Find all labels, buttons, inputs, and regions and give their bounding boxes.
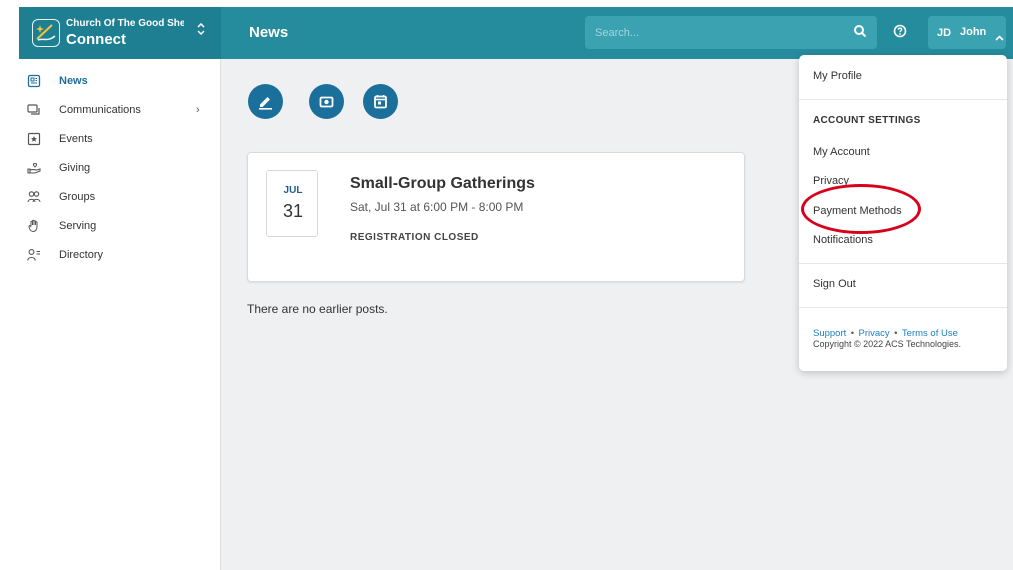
org-name: Church Of The Good Shep... <box>66 18 184 29</box>
giving-hand-icon <box>27 162 41 174</box>
pencil-icon <box>259 97 272 110</box>
top-bar: Church Of The Good Shep... Connect News … <box>19 7 1013 59</box>
directory-person-icon <box>27 249 40 261</box>
groups-icon <box>27 191 41 203</box>
event-title[interactable]: Small-Group Gatherings <box>350 175 535 193</box>
account-settings-heading: ACCOUNT SETTINGS <box>813 115 921 126</box>
user-name: John <box>960 26 987 38</box>
divider <box>799 99 1007 100</box>
switch-org-icon[interactable] <box>197 22 205 38</box>
sidebar-item-label: Events <box>59 133 93 145</box>
connect-logo-icon <box>32 19 60 47</box>
event-time: Sat, Jul 31 at 6:00 PM - 8:00 PM <box>350 200 524 214</box>
annotation-highlight-circle <box>801 184 921 234</box>
divider <box>799 307 1007 308</box>
news-icon <box>27 74 41 88</box>
sidebar-item-directory[interactable]: Directory <box>19 244 221 266</box>
sidebar-item-label: Communications <box>59 104 141 116</box>
sidebar: News Communications › Events Giving Grou… <box>19 59 221 570</box>
empty-feed-message: There are no earlier posts. <box>247 302 388 316</box>
sidebar-item-news[interactable]: News <box>19 70 221 92</box>
sidebar-item-label: Giving <box>59 162 91 174</box>
search-icon[interactable] <box>853 24 867 43</box>
event-date-badge: JUL 31 <box>266 170 318 237</box>
event-post-button[interactable] <box>363 84 398 119</box>
app-name: Connect <box>66 31 126 48</box>
page-title: News <box>249 24 289 41</box>
sidebar-item-serving[interactable]: Serving <box>19 215 221 237</box>
event-status: REGISTRATION CLOSED <box>350 232 479 243</box>
sign-out-link[interactable]: Sign Out <box>813 278 856 290</box>
sidebar-item-label: News <box>59 75 88 87</box>
sidebar-item-giving[interactable]: Giving <box>19 157 221 179</box>
sidebar-item-events[interactable]: Events <box>19 128 221 150</box>
sidebar-item-label: Directory <box>59 249 104 261</box>
my-account-link[interactable]: My Account <box>813 146 870 158</box>
chat-icon <box>27 104 40 115</box>
sidebar-item-groups[interactable]: Groups <box>19 186 221 208</box>
star-calendar-icon <box>27 132 41 146</box>
sidebar-item-communications[interactable]: Communications › <box>19 99 221 121</box>
footer-separator: • <box>850 328 855 339</box>
chevron-up-icon <box>995 28 1004 46</box>
terms-of-use-link[interactable]: Terms of Use <box>902 328 958 339</box>
raised-hand-icon <box>28 219 38 233</box>
photo-post-button[interactable] <box>309 84 344 119</box>
calendar-icon <box>374 95 387 109</box>
search-box[interactable] <box>585 16 877 49</box>
org-switcher[interactable]: Church Of The Good Shep... Connect <box>19 7 221 59</box>
support-link[interactable]: Support <box>813 328 846 339</box>
camera-icon <box>319 96 334 108</box>
user-menu-button[interactable]: JD John <box>928 16 1006 49</box>
sidebar-item-label: Serving <box>59 220 97 232</box>
new-post-button[interactable] <box>248 84 283 119</box>
footer-separator: • <box>894 328 898 339</box>
sidebar-item-label: Groups <box>59 191 96 203</box>
event-day: 31 <box>282 201 304 221</box>
avatar: JD <box>936 27 952 39</box>
app-window: Church Of The Good Shep... Connect News … <box>19 7 1013 570</box>
search-input[interactable] <box>585 16 845 49</box>
footer-privacy-link[interactable]: Privacy <box>859 328 890 339</box>
help-icon[interactable] <box>893 24 907 43</box>
my-profile-link[interactable]: My Profile <box>813 70 862 82</box>
event-month: JUL <box>283 185 303 196</box>
notifications-link[interactable]: Notifications <box>813 234 873 246</box>
copyright-text: Copyright © 2022 ACS Technologies. <box>813 339 962 349</box>
divider <box>799 263 1007 264</box>
chevron-right-icon: › <box>196 104 200 116</box>
event-card[interactable]: JUL 31 Small-Group Gatherings Sat, Jul 3… <box>247 152 745 282</box>
